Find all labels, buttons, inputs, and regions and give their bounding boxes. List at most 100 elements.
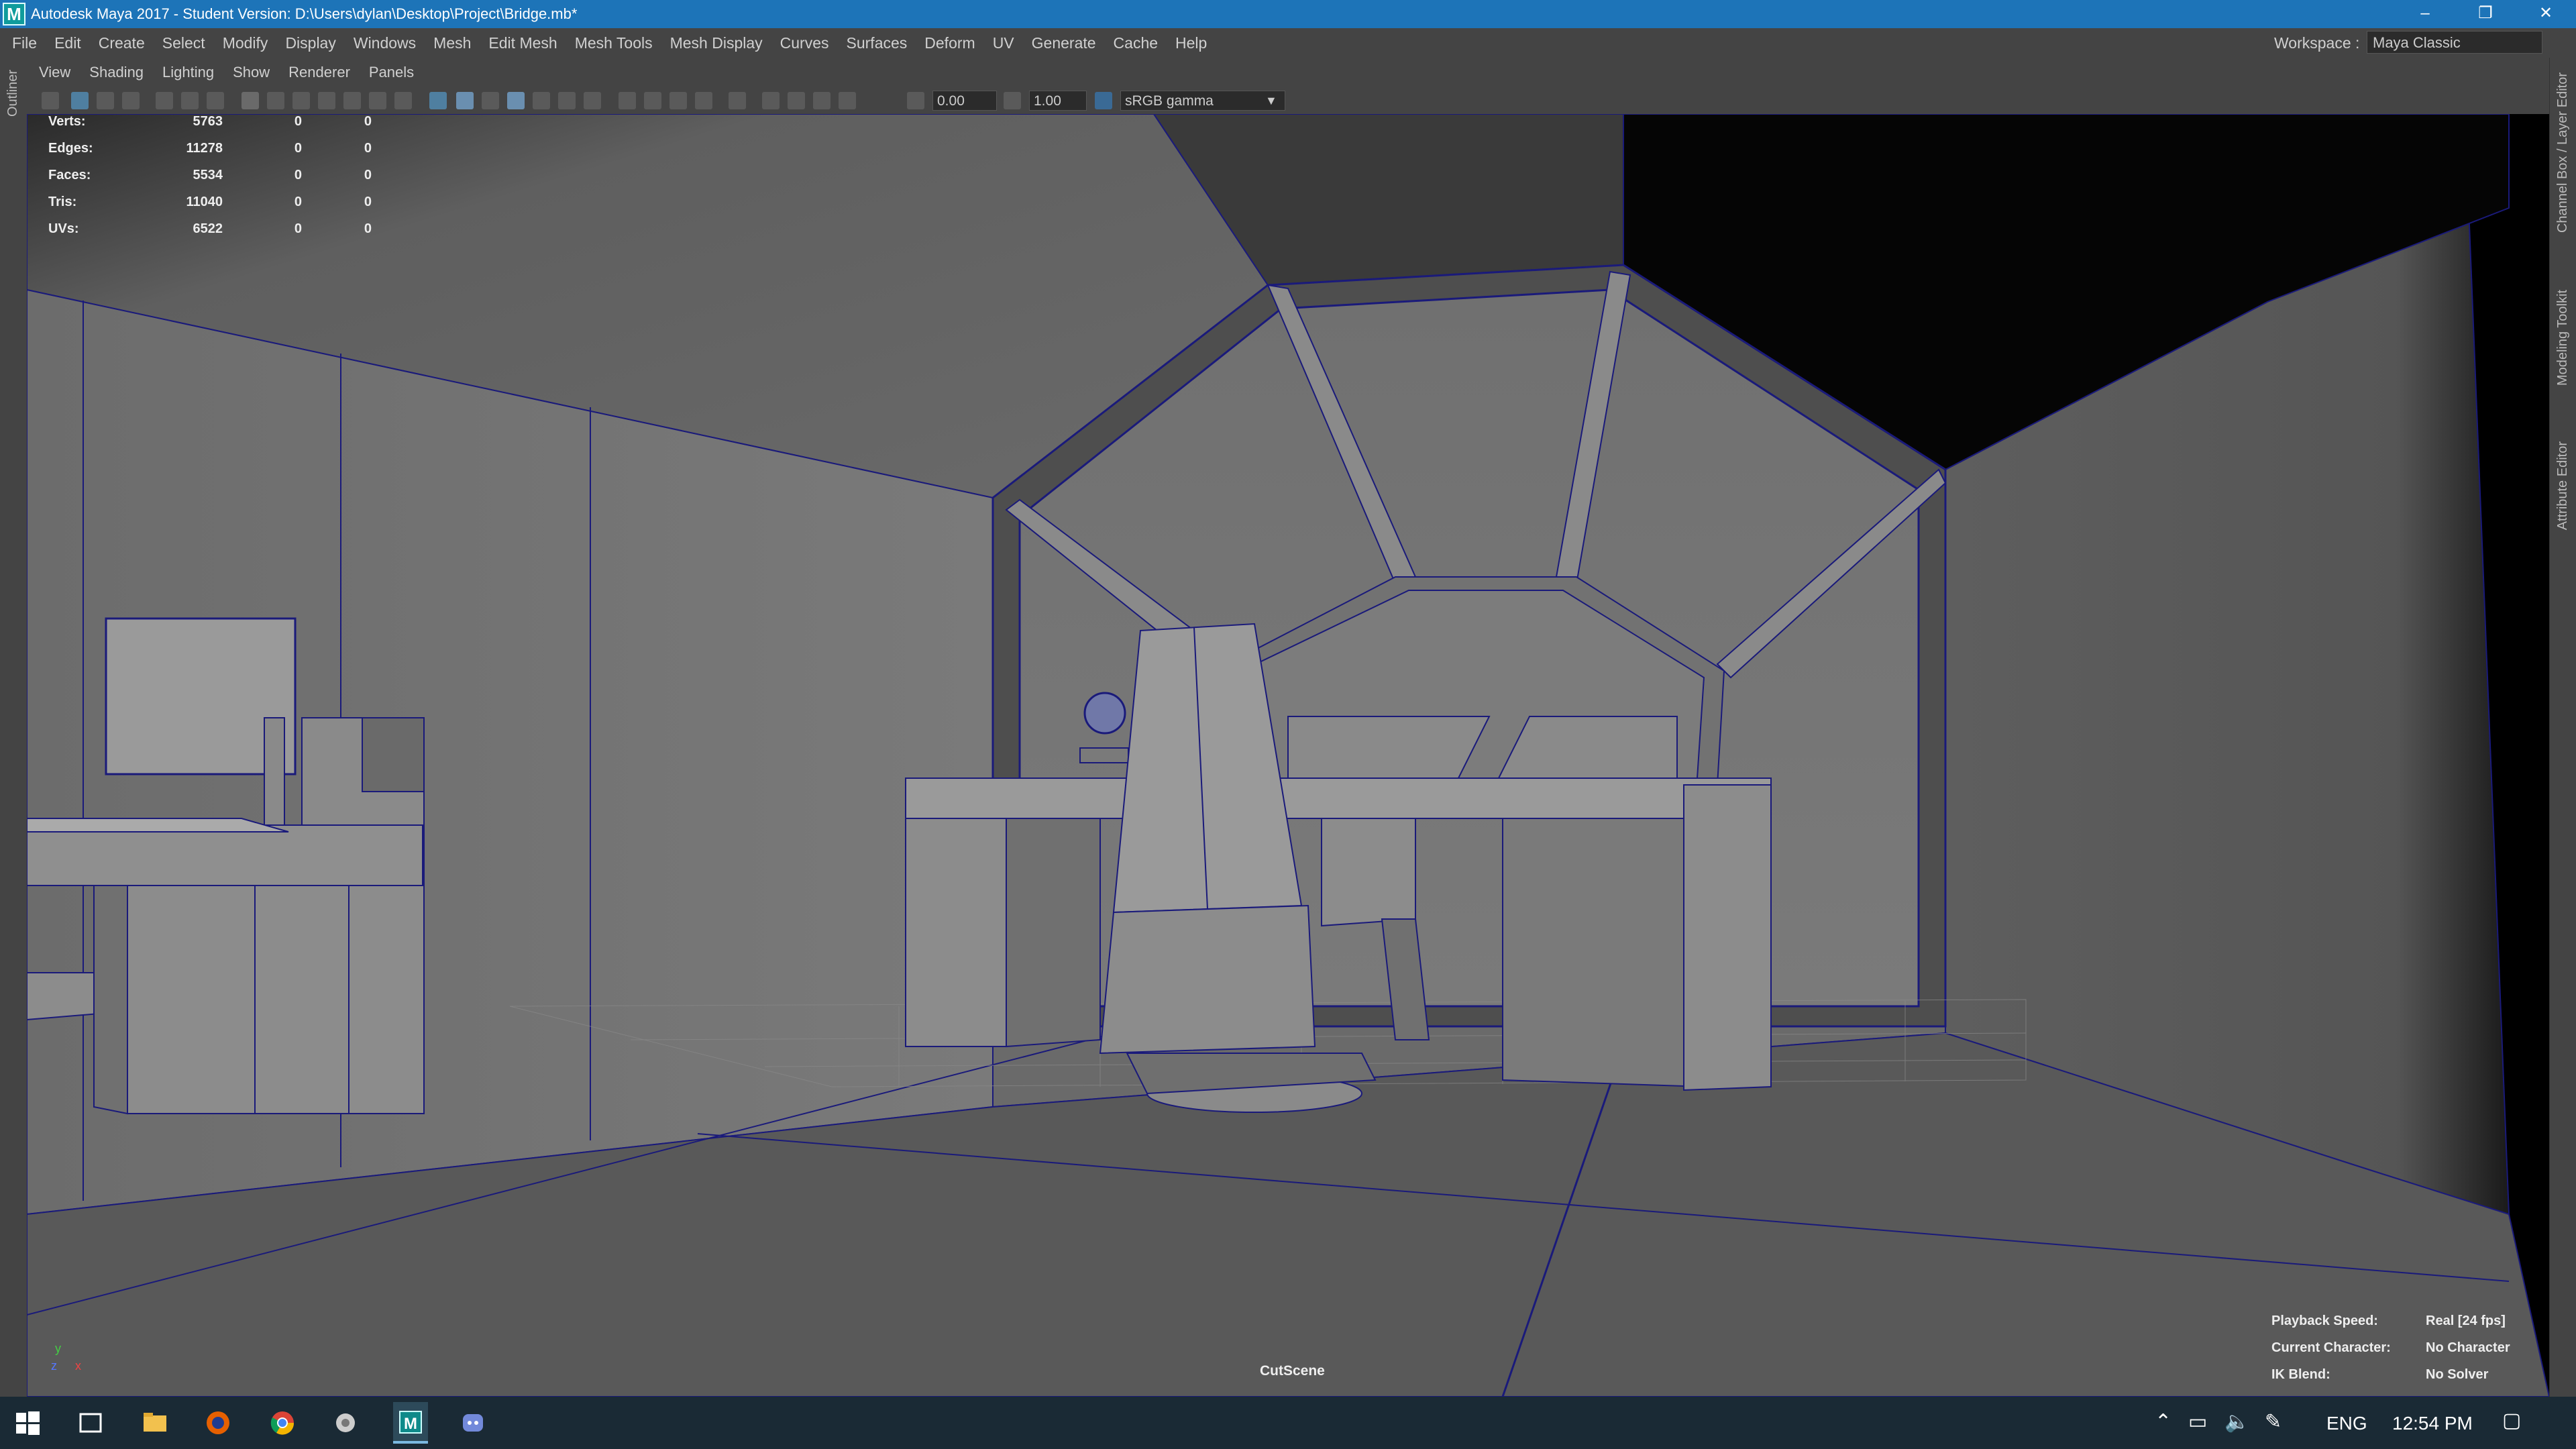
menu-mesh-display[interactable]: Mesh Display [670, 34, 763, 52]
motion-blur-icon[interactable] [644, 92, 661, 109]
menu-mesh-tools[interactable]: Mesh Tools [575, 34, 653, 52]
menu-generate[interactable]: Generate [1032, 34, 1096, 52]
outliner-tab-strip: Outliner [0, 58, 28, 1397]
maya-icon[interactable]: M [393, 1402, 428, 1444]
wireframe-on-shaded-icon[interactable] [507, 92, 525, 109]
discord-icon[interactable] [456, 1406, 490, 1440]
axis-x-label: x [75, 1359, 81, 1373]
hud-value: 0 [294, 221, 302, 236]
menu-edit[interactable]: Edit [54, 34, 81, 52]
xray-icon[interactable] [762, 92, 780, 109]
chevron-down-icon[interactable]: ▼ [1265, 94, 1277, 108]
menu-mesh[interactable]: Mesh [433, 34, 471, 52]
panel-menu-shading[interactable]: Shading [89, 64, 144, 81]
field-chart-icon[interactable] [343, 92, 361, 109]
panel-menu-lighting[interactable]: Lighting [162, 64, 214, 81]
xray-joints-icon[interactable] [813, 92, 830, 109]
safe-title-icon[interactable] [394, 92, 412, 109]
panel-menu-renderer[interactable]: Renderer [288, 64, 350, 81]
svg-text:M: M [404, 1415, 417, 1433]
workspace-select[interactable]: Maya Classic [2367, 31, 2542, 54]
menu-display[interactable]: Display [285, 34, 335, 52]
film-gate-icon[interactable] [267, 92, 284, 109]
isolate-select-icon[interactable] [729, 92, 746, 109]
select-camera-icon[interactable] [42, 92, 59, 109]
default-material-icon[interactable] [482, 92, 499, 109]
exposure-field[interactable]: 0.00 [932, 91, 997, 111]
minimize-button[interactable]: – [2395, 0, 2455, 28]
restore-button[interactable]: ❐ [2455, 0, 2516, 28]
panel-menu-show[interactable]: Show [233, 64, 270, 81]
notifications-icon[interactable]: ▢ [2502, 1409, 2521, 1432]
view-transform-select[interactable]: sRGB gamma [1120, 91, 1285, 111]
chevron-up-icon[interactable]: ⌃ [2155, 1410, 2171, 1434]
menu-modify[interactable]: Modify [223, 34, 268, 52]
menu-cache[interactable]: Cache [1114, 34, 1158, 52]
modeling-toolkit-tab[interactable]: Modeling Toolkit [2555, 290, 2571, 386]
safe-action-icon[interactable] [369, 92, 386, 109]
wireframe-icon[interactable] [429, 92, 447, 109]
language-indicator[interactable]: ENG [2326, 1413, 2367, 1434]
channel-box-tab[interactable]: Channel Box / Layer Editor [2555, 72, 2571, 233]
hud-value: 5763 [193, 114, 223, 129]
depth-of-field-icon[interactable] [695, 92, 712, 109]
gamma-field[interactable]: 1.00 [1029, 91, 1087, 111]
clock[interactable]: 12:54 PM [2392, 1413, 2473, 1434]
panel-toolbar: 0.00 1.00 sRGB gamma ▼ [27, 87, 2549, 115]
pen-icon[interactable]: ✎ [2265, 1410, 2282, 1434]
menu-file[interactable]: File [12, 34, 37, 52]
file-explorer-icon[interactable] [138, 1406, 172, 1440]
menu-create[interactable]: Create [99, 34, 145, 52]
hud-value: 0 [294, 195, 302, 209]
camera-attributes-icon[interactable] [71, 92, 89, 109]
network-icon[interactable]: ▭ [2188, 1410, 2207, 1434]
hud-value: 11278 [186, 141, 223, 156]
panel-menu-panels[interactable]: Panels [369, 64, 414, 81]
2d-pan-zoom-icon[interactable] [181, 92, 199, 109]
lights-icon[interactable] [558, 92, 576, 109]
grid-toggle-icon[interactable] [207, 92, 224, 109]
gamma-icon[interactable] [1004, 92, 1021, 109]
hud-value: 0 [364, 195, 372, 209]
close-button[interactable]: ✕ [2516, 0, 2576, 28]
firefox-icon[interactable] [201, 1406, 235, 1440]
volume-icon[interactable]: 🔈 [2224, 1410, 2249, 1434]
menu-deform[interactable]: Deform [924, 34, 975, 52]
task-view-icon[interactable] [74, 1406, 107, 1440]
backface-culling-icon[interactable] [839, 92, 856, 109]
app-icon[interactable] [329, 1406, 362, 1440]
grease-pencil-icon[interactable] [156, 92, 173, 109]
image-plane-icon[interactable] [122, 92, 140, 109]
menu-curves[interactable]: Curves [780, 34, 829, 52]
hud-label: Verts: [48, 114, 86, 129]
gate-mask-icon[interactable] [318, 92, 335, 109]
menu-help[interactable]: Help [1175, 34, 1207, 52]
color-management-icon[interactable] [1095, 92, 1112, 109]
hud-value: 0 [364, 114, 372, 129]
hud-value: 5534 [193, 168, 223, 182]
outliner-tab[interactable]: Outliner [5, 70, 21, 117]
hud-value: 0 [294, 114, 302, 129]
attribute-editor-tab[interactable]: Attribute Editor [2555, 441, 2571, 530]
chrome-icon[interactable] [266, 1406, 299, 1440]
menu-surfaces[interactable]: Surfaces [847, 34, 908, 52]
smooth-shade-icon[interactable] [456, 92, 474, 109]
menu-windows[interactable]: Windows [354, 34, 416, 52]
shadows-icon[interactable] [584, 92, 601, 109]
windows-start-icon[interactable] [11, 1406, 44, 1440]
menu-select[interactable]: Select [162, 34, 205, 52]
playback-speed-label: Playback Speed: [2271, 1313, 2378, 1328]
xray-active-icon[interactable] [788, 92, 805, 109]
menu-uv[interactable]: UV [993, 34, 1014, 52]
screen-space-ao-icon[interactable] [619, 92, 636, 109]
bookmarks-icon[interactable] [97, 92, 114, 109]
panel-menu-view[interactable]: View [39, 64, 70, 81]
axis-y-label: y [55, 1342, 61, 1355]
menu-edit-mesh[interactable]: Edit Mesh [488, 34, 557, 52]
perspective-viewport[interactable]: Verts: 5763 0 0 Edges: 11278 0 0 Faces: … [27, 114, 2549, 1397]
grid-icon[interactable] [241, 92, 259, 109]
anti-aliasing-icon[interactable] [669, 92, 687, 109]
textured-icon[interactable] [533, 92, 550, 109]
exposure-icon[interactable] [907, 92, 924, 109]
resolution-gate-icon[interactable] [292, 92, 310, 109]
